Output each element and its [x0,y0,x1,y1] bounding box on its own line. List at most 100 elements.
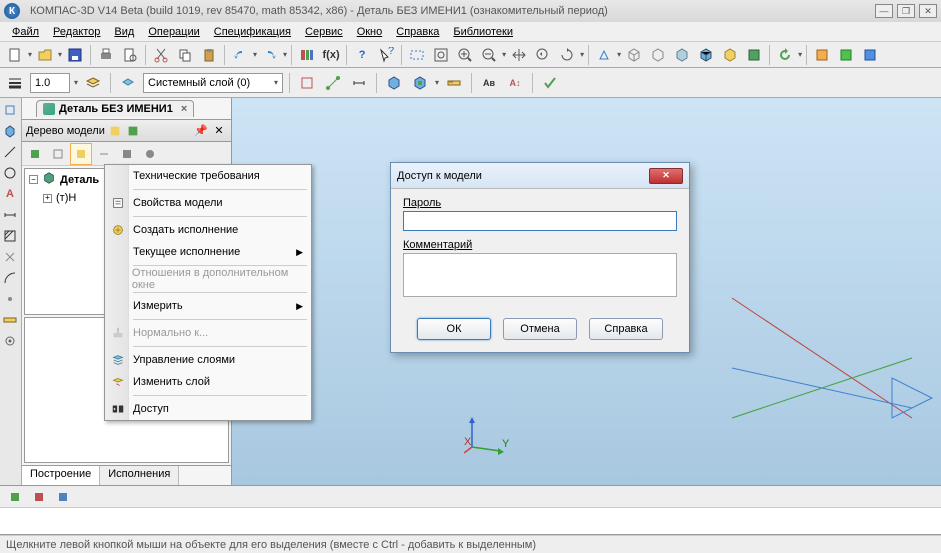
comment-textarea[interactable] [403,253,677,297]
3d-part-icon[interactable] [383,72,405,94]
orient-dropdown[interactable]: ▾ [617,50,621,59]
bp-btn3-icon[interactable] [52,486,74,508]
tree-btn1-icon[interactable] [24,143,46,165]
palette-circle-icon[interactable] [0,163,20,183]
tree-btn3-icon[interactable] [70,143,92,165]
dialog-close-button[interactable]: ✕ [649,168,683,184]
tree-close-icon[interactable]: ✕ [211,123,227,139]
cm-measure[interactable]: Измерить ▶ [105,295,311,317]
password-input[interactable] [403,211,677,231]
dialog-titlebar[interactable]: Доступ к модели ✕ [391,163,689,189]
tree-tool-icon[interactable] [107,123,123,139]
menu-operations[interactable]: Операции [142,24,205,40]
tree-btn4-icon[interactable] [93,143,115,165]
fx-icon[interactable]: f(x) [320,44,342,66]
palette-select-icon[interactable] [0,100,20,120]
tree-expander2-icon[interactable]: + [43,194,52,203]
menu-window[interactable]: Окно [351,24,389,40]
save-icon[interactable] [64,44,86,66]
text-ab-icon[interactable]: Aв [478,72,500,94]
menu-view[interactable]: Вид [108,24,140,40]
new-doc-icon[interactable] [4,44,26,66]
scale-input[interactable] [30,73,70,93]
zoom-window-icon[interactable] [406,44,428,66]
tree-tool2-icon[interactable] [125,123,141,139]
redo-icon[interactable] [259,44,281,66]
cm-current-execution[interactable]: Текущее исполнение ▶ [105,241,311,263]
tree-tab-exec[interactable]: Исполнения [100,466,179,485]
lineweight-icon[interactable] [4,72,26,94]
tool-a-icon[interactable] [811,44,833,66]
open-icon[interactable] [34,44,56,66]
ok-button[interactable]: ОК [417,318,491,340]
menu-editor[interactable]: Редактор [47,24,106,40]
palette-line-icon[interactable] [0,142,20,162]
zoom-fit-icon[interactable] [430,44,452,66]
text-at-icon[interactable]: A↕ [504,72,526,94]
undo-dropdown[interactable]: ▾ [253,50,257,59]
hidden-lines-icon[interactable] [647,44,669,66]
tool-b-icon[interactable] [835,44,857,66]
measure-icon[interactable] [443,72,465,94]
help-icon[interactable]: ? [351,44,373,66]
tool-c-icon[interactable] [859,44,881,66]
menu-spec[interactable]: Спецификация [208,24,297,40]
print-icon[interactable] [95,44,117,66]
palette-hatch-icon[interactable] [0,226,20,246]
tree-btn5-icon[interactable] [116,143,138,165]
refresh-icon[interactable] [774,44,796,66]
minimize-button[interactable]: — [875,4,893,18]
copy-icon[interactable] [174,44,196,66]
document-tab-active[interactable]: Деталь БЕЗ ИМЕНИ1 × [36,100,194,117]
maximize-button[interactable]: ❐ [897,4,915,18]
whatsthis-icon[interactable]: ? [375,44,397,66]
menu-file[interactable]: Файл [6,24,45,40]
redo-dropdown[interactable]: ▾ [283,50,287,59]
sketch-icon[interactable] [296,72,318,94]
tree-btn6-icon[interactable] [139,143,161,165]
cm-model-properties[interactable]: Свойства модели [105,192,311,214]
undo-icon[interactable] [229,44,251,66]
shaded-icon[interactable] [671,44,693,66]
layers-stack-icon[interactable] [82,72,104,94]
perspective-icon[interactable] [743,44,765,66]
wireframe-icon[interactable] [623,44,645,66]
rotate-dropdown[interactable]: ▾ [580,50,584,59]
menu-help[interactable]: Справка [390,24,445,40]
tree-tab-build[interactable]: Построение [22,466,100,485]
library-icon[interactable] [296,44,318,66]
3d-cut-icon[interactable] [409,72,431,94]
tree-expander-icon[interactable]: − [29,175,38,184]
cm-tech-requirements[interactable]: Технические требования [105,165,311,187]
3d-dropdown[interactable]: ▾ [435,78,439,87]
pin-icon[interactable]: 📌 [193,123,209,139]
scale-dropdown[interactable]: ▾ [74,78,78,87]
cut-icon[interactable] [150,44,172,66]
bp-btn2-icon[interactable] [28,486,50,508]
check-icon[interactable] [539,72,561,94]
palette-gear-icon[interactable] [0,331,20,351]
zoom-dropdown[interactable]: ▾ [502,50,506,59]
paste-icon[interactable] [198,44,220,66]
palette-dim-icon[interactable] [0,205,20,225]
help-button[interactable]: Справка [589,318,663,340]
tree-btn2-icon[interactable] [47,143,69,165]
refresh-dropdown[interactable]: ▾ [798,50,802,59]
menu-service[interactable]: Сервис [299,24,349,40]
palette-trim-icon[interactable] [0,247,20,267]
palette-extrude-icon[interactable] [0,121,20,141]
preview-icon[interactable] [119,44,141,66]
pan-icon[interactable] [508,44,530,66]
open-dropdown[interactable]: ▾ [58,50,62,59]
palette-text-icon[interactable]: A [0,184,20,204]
cm-access[interactable]: Доступ [105,398,311,420]
layer-icon[interactable] [117,72,139,94]
rotate-icon[interactable] [556,44,578,66]
dimension-icon[interactable] [348,72,370,94]
constraint-icon[interactable] [322,72,344,94]
palette-ruler-icon[interactable] [0,310,20,330]
orient-icon[interactable] [593,44,615,66]
cm-layer-management[interactable]: Управление слоями [105,349,311,371]
palette-arc-icon[interactable] [0,268,20,288]
menu-libs[interactable]: Библиотеки [447,24,519,40]
